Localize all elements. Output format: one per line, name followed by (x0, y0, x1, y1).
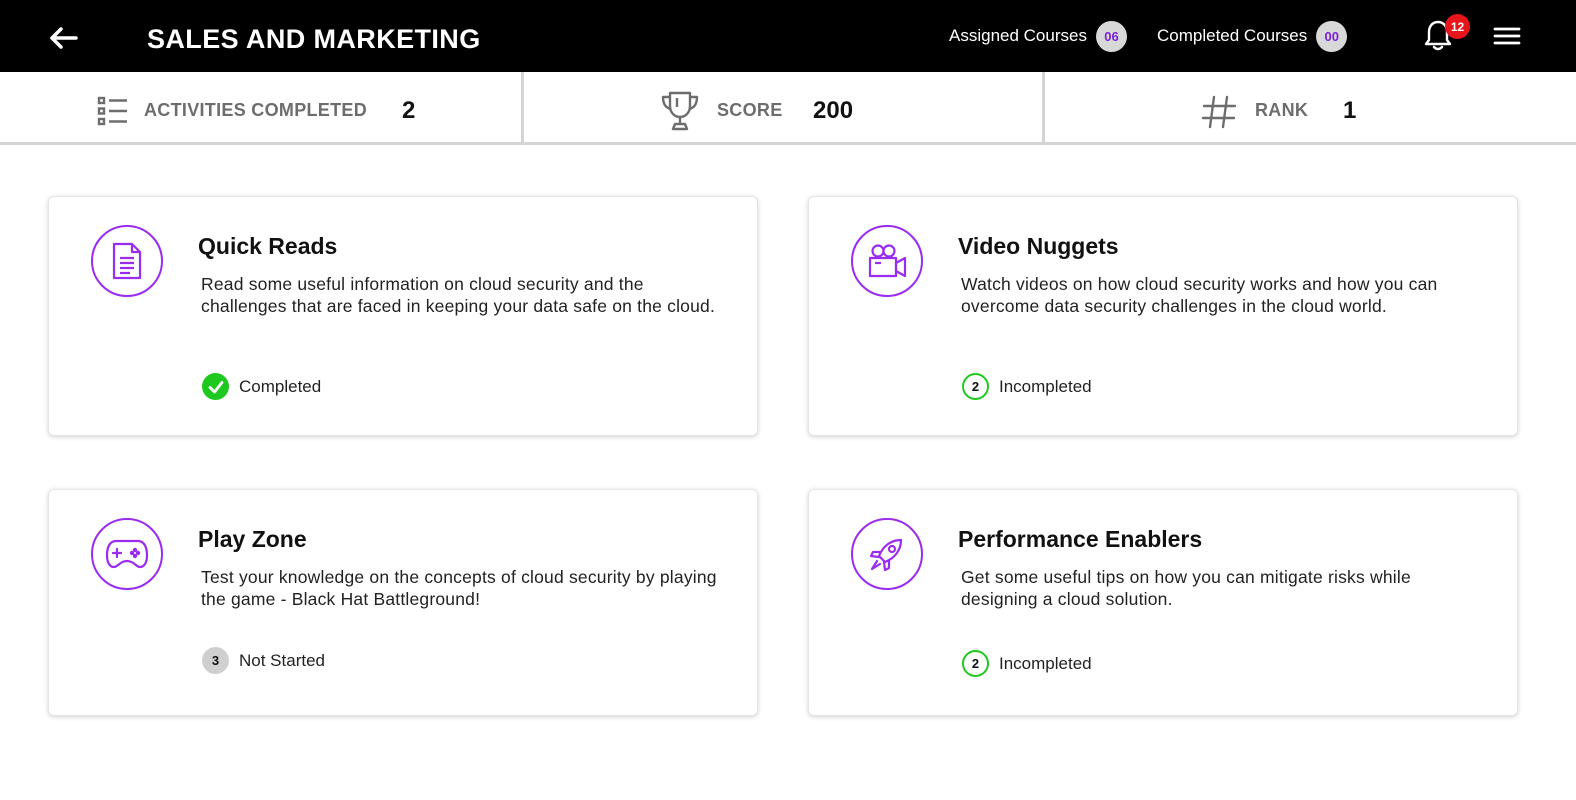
play-zone-status: 3 Not Started (202, 647, 325, 674)
completed-courses[interactable]: Completed Courses 00 (1157, 20, 1348, 52)
performance-enablers-description: Get some useful tips on how you can miti… (961, 567, 1411, 609)
score-value: 200 (813, 97, 854, 124)
document-icon (112, 242, 142, 280)
quick-reads-status-label: Completed (239, 376, 322, 396)
play-zone-description: Test your knowledge on the concepts of c… (201, 567, 717, 609)
top-bar: SALES AND MARKETING Assigned Courses 06 … (0, 0, 1576, 72)
score-stat: SCORE 200 (521, 72, 1042, 142)
back-button[interactable] (44, 20, 82, 56)
arrow-left-icon (50, 27, 78, 49)
quick-reads-card[interactable]: Quick Reads Read some useful information… (48, 196, 758, 436)
score-label: SCORE (717, 100, 783, 120)
video-nuggets-title: Video Nuggets (958, 233, 1119, 259)
hash-icon (1201, 95, 1237, 129)
quick-reads-title: Quick Reads (198, 233, 338, 259)
stats-bar: ACTIVITIES COMPLETED 2 SCORE 200 RANK 1 (0, 72, 1576, 145)
video-nuggets-status-badge: 2 (962, 373, 989, 400)
activities-completed-stat: ACTIVITIES COMPLETED 2 (0, 72, 521, 142)
page-title: SALES AND MARKETING (147, 24, 481, 54)
video-nuggets-description: Watch videos on how cloud security works… (961, 274, 1438, 316)
performance-enablers-status: 2 Incompleted (962, 650, 1092, 677)
check-icon (202, 373, 229, 400)
play-zone-status-label: Not Started (239, 650, 325, 670)
quick-reads-icon-circle (91, 225, 163, 297)
notification-badge: 12 (1445, 14, 1470, 39)
trophy-icon (661, 91, 699, 131)
gamepad-icon (105, 539, 149, 569)
menu-button[interactable] (1492, 24, 1522, 48)
activities-completed-label: ACTIVITIES COMPLETED (144, 100, 368, 120)
quick-reads-status: Completed (202, 373, 321, 400)
hamburger-icon (1493, 27, 1521, 45)
video-nuggets-status: 2 Incompleted (962, 373, 1092, 400)
play-zone-title: Play Zone (198, 526, 307, 552)
play-zone-card[interactable]: Play Zone Test your knowledge on the con… (48, 489, 758, 716)
assigned-courses[interactable]: Assigned Courses 06 (949, 20, 1127, 52)
play-zone-status-badge: 3 (202, 647, 229, 674)
rank-label: RANK (1255, 100, 1309, 120)
rank-stat: RANK 1 (1042, 72, 1576, 142)
rank-value: 1 (1343, 97, 1357, 124)
activities-completed-value: 2 (402, 97, 416, 124)
checklist-icon (97, 96, 127, 126)
play-zone-icon-circle (91, 518, 163, 590)
video-nuggets-status-label: Incompleted (999, 376, 1092, 396)
performance-enablers-status-label: Incompleted (999, 653, 1092, 673)
performance-enablers-card[interactable]: Performance Enablers Get some useful tip… (808, 489, 1518, 716)
performance-enablers-status-badge: 2 (962, 650, 989, 677)
video-nuggets-card[interactable]: Video Nuggets Watch videos on how cloud … (808, 196, 1518, 436)
video-camera-icon (868, 244, 907, 278)
video-nuggets-icon-circle (851, 225, 923, 297)
performance-enablers-icon-circle (851, 518, 923, 590)
completed-courses-label: Completed Courses (1157, 26, 1308, 45)
assigned-courses-label: Assigned Courses (949, 26, 1087, 45)
quick-reads-description: Read some useful information on cloud se… (201, 274, 716, 316)
performance-enablers-title: Performance Enablers (958, 526, 1203, 552)
assigned-courses-count: 06 (1095, 20, 1127, 52)
rocket-icon (869, 538, 903, 572)
completed-courses-count: 00 (1316, 20, 1348, 52)
